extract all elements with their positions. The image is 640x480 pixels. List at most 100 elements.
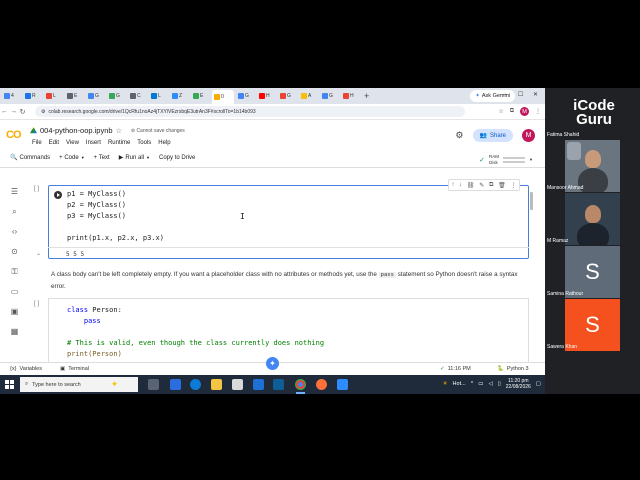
run-cell-button[interactable]: [54, 191, 62, 199]
run-all-button[interactable]: ▶ Run all ▼: [119, 154, 150, 162]
taskbar-clock[interactable]: 11:20 pm 22/08/2026: [506, 378, 531, 390]
taskbar-search[interactable]: ⌕ Type here to search ✦: [20, 377, 138, 392]
browser-tab[interactable]: E: [191, 90, 210, 102]
edit-icon[interactable]: ✎: [479, 182, 484, 189]
gemini-fab-icon[interactable]: ✦: [266, 357, 279, 370]
notification-icon[interactable]: ▢: [536, 381, 541, 387]
url-field[interactable]: ⚙ colab.research.google.com/drive/1QcRfu…: [35, 106, 465, 117]
move-up-icon[interactable]: ↑: [451, 182, 454, 188]
tray-arrow-icon[interactable]: ^: [471, 381, 474, 387]
volume-icon[interactable]: ◁: [489, 381, 493, 387]
zoom-icon[interactable]: [337, 379, 348, 390]
toc-icon[interactable]: ☰: [10, 187, 19, 196]
window-controls[interactable]: — ☐ ✕: [502, 91, 542, 98]
resources-indicator[interactable]: ✓ RAM Disk ▼: [479, 154, 533, 165]
code-snippets-icon[interactable]: ‹›: [10, 227, 19, 236]
chrome-icon[interactable]: [295, 379, 306, 390]
menu-item-view[interactable]: View: [66, 140, 79, 146]
menu-item-file[interactable]: File: [32, 140, 42, 146]
menu-item-insert[interactable]: Insert: [86, 140, 101, 146]
text-cell[interactable]: A class body can't be left completely em…: [51, 269, 521, 292]
settings-gear-icon[interactable]: ⚙: [455, 130, 463, 141]
delete-icon[interactable]: 🗑: [498, 182, 506, 189]
menu-item-tools[interactable]: Tools: [137, 140, 151, 146]
secrets-key-icon[interactable]: ⚿: [10, 267, 19, 276]
variables-tab[interactable]: {x} Variables: [10, 366, 42, 372]
browser-tab[interactable]: H: [257, 90, 276, 102]
network-icon[interactable]: ▭: [478, 381, 483, 387]
browser-menu-icon[interactable]: ⋮: [535, 108, 541, 115]
background-figure: [567, 142, 581, 160]
outlook-icon[interactable]: [253, 379, 264, 390]
browser-tab[interactable]: E: [65, 90, 84, 102]
firefox-icon[interactable]: [316, 379, 327, 390]
tab-label: E: [200, 93, 204, 99]
code-cell-1-source[interactable]: p1 = MyClass() p2 = MyClass() p3 = MyCla…: [67, 189, 164, 244]
scrollbar-thumb[interactable]: [530, 192, 533, 210]
browser-tab[interactable]: G: [320, 90, 339, 102]
browser-tab[interactable]: G: [278, 90, 297, 102]
notebook-title[interactable]: 004-python-oop.ipynb: [40, 126, 113, 135]
menu-item-help[interactable]: Help: [158, 140, 170, 146]
colab-avatar[interactable]: M: [522, 129, 535, 142]
kernel-indicator[interactable]: 🐍 Python 3: [497, 366, 529, 372]
browser-tab[interactable]: 4: [2, 90, 21, 102]
browser-tab[interactable]: Z: [170, 90, 189, 102]
more-icon[interactable]: ⋮: [511, 182, 517, 189]
browser-tab[interactable]: R: [23, 90, 42, 102]
link-icon[interactable]: ⛓: [467, 182, 475, 189]
star-icon[interactable]: ☆: [116, 127, 122, 135]
mirror-icon[interactable]: ⧉: [489, 182, 493, 189]
participant-video-tile[interactable]: [565, 193, 620, 245]
gemini-icon: ✦: [475, 93, 480, 99]
task-view-icon[interactable]: [148, 379, 159, 390]
browser-tab[interactable]: G: [236, 90, 255, 102]
file-explorer-icon[interactable]: [211, 379, 222, 390]
terminal-tab[interactable]: ▣ Terminal: [60, 366, 89, 372]
store-icon[interactable]: [232, 379, 243, 390]
commands-button[interactable]: 🔍 Commands: [10, 154, 50, 162]
reload-icon[interactable]: ↻: [18, 108, 27, 116]
browser-tab[interactable]: 0: [212, 90, 234, 104]
code-cell-2[interactable]: class Person: pass # This is valid, even…: [48, 298, 529, 362]
output-collapse-icon[interactable]: ⌄: [36, 250, 41, 257]
browser-tab[interactable]: H: [341, 90, 360, 102]
chevron-down-icon[interactable]: ▼: [529, 157, 533, 162]
add-code-button[interactable]: + Code ▼: [59, 155, 84, 161]
colab-logo[interactable]: CO: [6, 129, 21, 141]
site-info-icon[interactable]: ⚙: [41, 109, 45, 115]
edge-icon[interactable]: [190, 379, 201, 390]
browser-tab[interactable]: L: [149, 90, 168, 102]
extensions-icon[interactable]: ⧉: [510, 108, 514, 115]
cell1-exec-bracket: [ ]: [34, 186, 40, 192]
weather-text[interactable]: Hot...: [453, 381, 466, 387]
forward-icon[interactable]: →: [9, 108, 18, 115]
code-cell-2-source[interactable]: class Person: pass # This is valid, even…: [67, 305, 324, 360]
add-text-button[interactable]: + Text: [94, 155, 110, 161]
copy-to-drive-button[interactable]: Copy to Drive: [159, 155, 195, 161]
profile-avatar[interactable]: M: [520, 107, 529, 116]
battery-icon[interactable]: ▯: [498, 381, 501, 387]
table-icon[interactable]: ▦: [10, 327, 19, 336]
new-tab-button[interactable]: +: [364, 91, 369, 101]
search-icon[interactable]: ⌕: [10, 207, 19, 216]
browser-tab[interactable]: G: [86, 90, 105, 102]
screen: 4 R L E G G C L Z E 0 G H G A G H + ✦ Ask Gemini — ☐ ✕ ← …: [0, 88, 640, 394]
windows-start-icon[interactable]: [5, 380, 14, 389]
browser-tab[interactable]: C: [128, 90, 147, 102]
share-button[interactable]: 👥 Share: [472, 129, 513, 142]
tab-label: L: [158, 93, 161, 99]
copilot-icon[interactable]: [170, 379, 181, 390]
terminal-icon[interactable]: ▣: [10, 307, 19, 316]
variables-icon[interactable]: ⊙: [10, 247, 19, 256]
files-folder-icon[interactable]: ▭: [10, 287, 19, 296]
browser-tab[interactable]: G: [107, 90, 126, 102]
menu-item-runtime[interactable]: Runtime: [108, 140, 130, 146]
browser-tab[interactable]: A: [299, 90, 318, 102]
bookmark-star-icon[interactable]: ☆: [498, 108, 503, 115]
move-down-icon[interactable]: ↓: [459, 182, 462, 188]
browser-tab[interactable]: L: [44, 90, 63, 102]
app-icon[interactable]: [273, 379, 284, 390]
menu-item-edit[interactable]: Edit: [49, 140, 59, 146]
back-icon[interactable]: ←: [0, 108, 9, 115]
